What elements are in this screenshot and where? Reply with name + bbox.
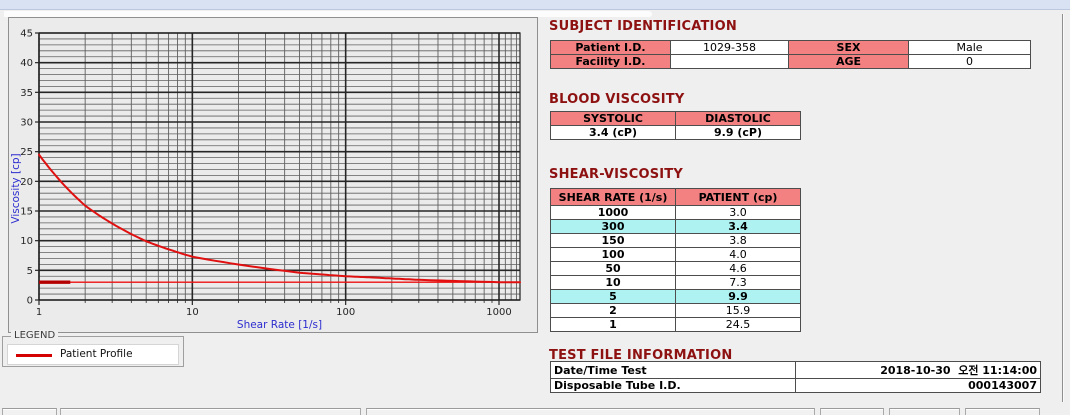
viscosity-value: 9.9 (cP) bbox=[676, 126, 801, 140]
column-header: SYSTOLIC bbox=[551, 112, 676, 126]
column-header: SHEAR RATE (1/s) bbox=[551, 189, 676, 206]
legend-groupbox: LEGEND Patient Profile bbox=[2, 336, 184, 367]
patient-viscosity-cell: 4.0 bbox=[676, 248, 801, 262]
patient-viscosity-cell: 24.5 bbox=[676, 318, 801, 332]
table-row: 59.9 bbox=[551, 290, 801, 304]
status-bar-segment bbox=[820, 408, 884, 415]
legend-inner-panel: Patient Profile bbox=[7, 344, 179, 365]
patient-profile-curve bbox=[39, 155, 520, 283]
chart-text: 1000 bbox=[486, 307, 511, 318]
table-row: SHEAR RATE (1/s)PATIENT (cp) bbox=[551, 189, 801, 206]
viscosity-chart: 0 5 10 15 20 25 30 35 40 45 1 10 100 1000 Shear Rate [… bbox=[9, 18, 537, 332]
test-file-information-table: Date/Time Test2018-10-30 오전 11:14:00Disp… bbox=[550, 361, 1041, 393]
field-label: Patient I.D. bbox=[551, 41, 671, 55]
chart-text: 15 bbox=[20, 207, 33, 218]
patient-viscosity-cell: 9.9 bbox=[676, 290, 801, 304]
table-row: 1004.0 bbox=[551, 248, 801, 262]
table-row: 215.9 bbox=[551, 304, 801, 318]
column-header: PATIENT (cp) bbox=[676, 189, 801, 206]
shear-rate-cell: 300 bbox=[551, 220, 676, 234]
chart-text: 35 bbox=[20, 88, 33, 99]
status-bar-segment bbox=[366, 408, 815, 415]
chart-text: 10 bbox=[186, 307, 199, 318]
subject-identification-table: Patient I.D.1029-358SEXMaleFacility I.D.… bbox=[550, 40, 1031, 69]
shear-rate-cell: 100 bbox=[551, 248, 676, 262]
table-row: Facility I.D. AGE0 bbox=[551, 55, 1031, 69]
field-label: SEX bbox=[789, 41, 909, 55]
patient-viscosity-cell: 15.9 bbox=[676, 304, 801, 318]
patient-viscosity-cell: 3.4 bbox=[676, 220, 801, 234]
status-bar-segment bbox=[965, 408, 1040, 415]
shear-rate-cell: 10 bbox=[551, 276, 676, 290]
table-row: Disposable Tube I.D.000143007 bbox=[551, 379, 1041, 393]
table-row: 3.4 (cP)9.9 (cP) bbox=[551, 126, 801, 140]
table-row: 107.3 bbox=[551, 276, 801, 290]
patient-viscosity-cell: 3.8 bbox=[676, 234, 801, 248]
chart-text: 0 bbox=[27, 296, 33, 307]
chart-text: 45 bbox=[20, 29, 33, 40]
chart-text: 20 bbox=[20, 177, 33, 188]
y-axis-label: Viscosity [cp] bbox=[10, 153, 22, 223]
field-label: AGE bbox=[789, 55, 909, 69]
chart-text: 40 bbox=[20, 58, 33, 69]
shear-rate-cell: 1000 bbox=[551, 206, 676, 220]
field-value: 2018-10-30 오전 11:14:00 bbox=[796, 362, 1041, 379]
table-row: 124.5 bbox=[551, 318, 801, 332]
field-value bbox=[671, 55, 789, 69]
viscosity-value: 3.4 (cP) bbox=[551, 126, 676, 140]
window-top-bar bbox=[0, 0, 1070, 10]
status-bar-segment bbox=[889, 408, 960, 415]
chart-text: 25 bbox=[20, 147, 33, 158]
chart-text: 100 bbox=[336, 307, 355, 318]
x-axis-label: Shear Rate [1/s] bbox=[237, 319, 322, 331]
shear-rate-cell: 5 bbox=[551, 290, 676, 304]
shear-rate-cell: 150 bbox=[551, 234, 676, 248]
blood-viscosity-table: SYSTOLICDIASTOLIC3.4 (cP)9.9 (cP) bbox=[550, 111, 801, 140]
patient-profile-line-swatch bbox=[16, 354, 52, 357]
vertical-divider bbox=[1062, 14, 1064, 402]
table-row: 504.6 bbox=[551, 262, 801, 276]
field-value: 1029-358 bbox=[671, 41, 789, 55]
shear-viscosity-table: SHEAR RATE (1/s)PATIENT (cp)10003.03003.… bbox=[550, 188, 801, 332]
table-row: Date/Time Test2018-10-30 오전 11:14:00 bbox=[551, 362, 1041, 379]
chart-text: 1 bbox=[36, 307, 42, 318]
field-label: Disposable Tube I.D. bbox=[551, 379, 796, 393]
field-value: 0 bbox=[909, 55, 1031, 69]
legend-title: LEGEND bbox=[11, 330, 58, 341]
patient-viscosity-cell: 4.6 bbox=[676, 262, 801, 276]
field-value: Male bbox=[909, 41, 1031, 55]
table-row: 10003.0 bbox=[551, 206, 801, 220]
blood-viscosity-heading: BLOOD VISCOSITY bbox=[549, 92, 684, 107]
patient-viscosity-cell: 7.3 bbox=[676, 276, 801, 290]
table-row: 3003.4 bbox=[551, 220, 801, 234]
shear-rate-cell: 50 bbox=[551, 262, 676, 276]
column-header: DIASTOLIC bbox=[676, 112, 801, 126]
patient-viscosity-cell: 3.0 bbox=[676, 206, 801, 220]
table-row: SYSTOLICDIASTOLIC bbox=[551, 112, 801, 126]
field-value: 000143007 bbox=[796, 379, 1041, 393]
shear-viscosity-heading: SHEAR-VISCOSITY bbox=[549, 167, 683, 182]
shear-rate-cell: 1 bbox=[551, 318, 676, 332]
field-label: Date/Time Test bbox=[551, 362, 796, 379]
subject-identification-heading: SUBJECT IDENTIFICATION bbox=[549, 19, 737, 34]
table-row: 1503.8 bbox=[551, 234, 801, 248]
patient-profile-label: Patient Profile bbox=[60, 348, 133, 360]
chart-text: 30 bbox=[20, 118, 33, 129]
shear-rate-cell: 2 bbox=[551, 304, 676, 318]
chart-text: 10 bbox=[20, 236, 33, 247]
field-label: Facility I.D. bbox=[551, 55, 671, 69]
status-bar-segment bbox=[60, 408, 361, 415]
viscosity-chart-panel: 0 5 10 15 20 25 30 35 40 45 1 10 100 1000 Shear Rate [… bbox=[8, 17, 538, 333]
chart-text: 5 bbox=[27, 266, 33, 277]
status-bar-segment bbox=[2, 408, 57, 415]
table-row: Patient I.D.1029-358SEXMale bbox=[551, 41, 1031, 55]
